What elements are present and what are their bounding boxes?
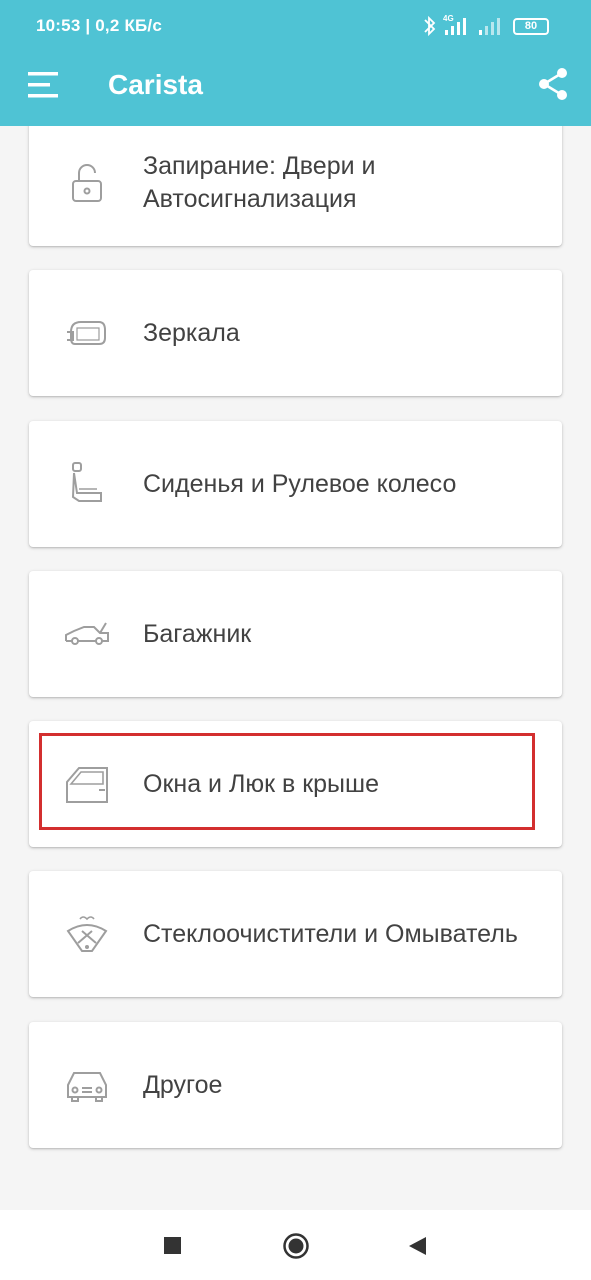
- signal-icon-2: [479, 18, 500, 35]
- signal-icon: [445, 18, 466, 35]
- battery-icon: 80: [513, 18, 549, 35]
- category-label: Зеркала: [143, 318, 240, 347]
- category-list[interactable]: Запирание: Двери и Автосигнализация Зерк…: [0, 126, 591, 1210]
- back-triangle-icon[interactable]: [406, 1235, 428, 1262]
- category-card-mirrors[interactable]: Зеркала: [29, 270, 562, 396]
- seat-icon: [63, 421, 111, 547]
- status-bar: 10:53 | 0,2 КБ/с 4G 80: [0, 0, 591, 54]
- status-icons: 4G 80: [423, 14, 553, 40]
- trunk-icon: [63, 571, 111, 697]
- status-time: 10:53 | 0,2 КБ/с: [36, 16, 163, 35]
- system-nav-bar: [0, 1210, 591, 1280]
- hamburger-menu-icon[interactable]: [26, 67, 62, 103]
- recents-square-icon[interactable]: [163, 1236, 183, 1261]
- battery-level: 80: [524, 20, 538, 32]
- lock-icon: [63, 126, 111, 246]
- bluetooth-icon: [424, 15, 436, 37]
- category-card-other[interactable]: Другое: [29, 1022, 562, 1148]
- app-title: Carista: [108, 69, 203, 100]
- share-icon[interactable]: [535, 66, 571, 102]
- category-label: Запирание: Двери и Автосигнализация: [143, 152, 376, 213]
- car-icon: [63, 1022, 111, 1148]
- category-label: Сиденья и Рулевое колесо: [143, 469, 457, 498]
- category-card-locking[interactable]: Запирание: Двери и Автосигнализация: [29, 126, 562, 246]
- category-card-seats[interactable]: Сиденья и Рулевое колесо: [29, 421, 562, 547]
- category-label: Багажник: [143, 619, 252, 648]
- category-label: Стеклоочистители и Омыватель: [143, 919, 518, 948]
- category-label: Другое: [143, 1070, 223, 1099]
- category-card-wipers[interactable]: Стеклоочистители и Омыватель: [29, 871, 562, 997]
- home-circle-icon[interactable]: [282, 1232, 310, 1265]
- category-card-trunk[interactable]: Багажник: [29, 571, 562, 697]
- mirror-icon: [63, 270, 111, 396]
- wiper-icon: [63, 871, 111, 997]
- app-toolbar: Carista: [0, 54, 591, 126]
- highlight-box: [39, 733, 535, 830]
